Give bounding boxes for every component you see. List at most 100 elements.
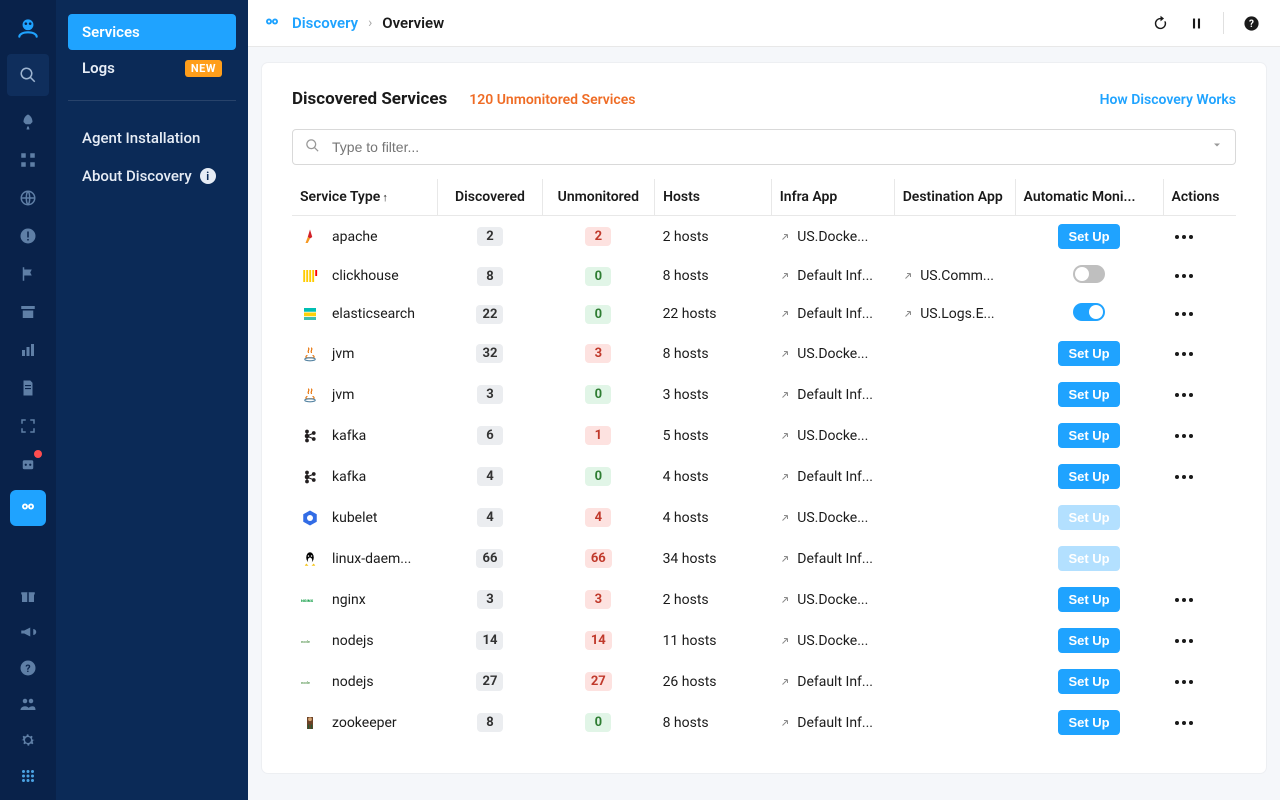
service-cell[interactable]: apache <box>300 227 430 247</box>
hosts-cell[interactable]: 4 hosts <box>655 497 772 538</box>
auto-monitor-toggle[interactable] <box>1073 303 1105 321</box>
hosts-cell[interactable]: 2 hosts <box>655 216 772 258</box>
rail-people-icon[interactable] <box>16 692 40 716</box>
th-service-type[interactable]: Service Type↑ <box>292 179 438 216</box>
infra-app-link[interactable]: Default Inf... <box>779 306 886 322</box>
setup-button[interactable]: Set Up <box>1058 224 1119 249</box>
infra-app-link[interactable]: Default Inf... <box>779 387 886 403</box>
rail-megaphone-icon[interactable] <box>16 620 40 644</box>
th-destination-app[interactable]: Destination App <box>894 179 1015 216</box>
how-discovery-works-link[interactable]: How Discovery Works <box>1100 92 1236 108</box>
hosts-cell[interactable]: 3 hosts <box>655 374 772 415</box>
refresh-icon[interactable] <box>1151 14 1169 32</box>
rail-grid-icon[interactable] <box>16 148 40 172</box>
sidebar-item-logs[interactable]: Logs NEW <box>68 50 236 86</box>
infra-app-link[interactable]: Default Inf... <box>779 268 886 284</box>
setup-button[interactable]: Set Up <box>1058 382 1119 407</box>
service-cell[interactable]: clickhouse <box>300 266 430 286</box>
rail-rocket-icon[interactable] <box>16 110 40 134</box>
hosts-cell[interactable]: 4 hosts <box>655 456 772 497</box>
destination-app-link[interactable]: US.Logs.E... <box>902 306 1007 322</box>
service-cell[interactable]: kafka <box>300 467 430 487</box>
actions-menu-icon[interactable] <box>1171 635 1228 647</box>
actions-menu-icon[interactable] <box>1171 471 1228 483</box>
help-icon[interactable]: ? <box>1242 14 1260 32</box>
hosts-cell[interactable]: 2 hosts <box>655 579 772 620</box>
rail-discovery-icon[interactable] <box>10 490 46 526</box>
actions-menu-icon[interactable] <box>1171 717 1228 729</box>
th-unmonitored[interactable]: Unmonitored <box>542 179 655 216</box>
actions-menu-icon[interactable] <box>1171 348 1228 360</box>
hosts-cell[interactable]: 5 hosts <box>655 415 772 456</box>
setup-button[interactable]: Set Up <box>1058 628 1119 653</box>
infra-app-link[interactable]: US.Docke... <box>779 346 886 362</box>
rail-document-icon[interactable] <box>16 376 40 400</box>
infra-app-link[interactable]: US.Docke... <box>779 229 886 245</box>
service-cell[interactable]: nodenodejs <box>300 672 430 692</box>
rail-alert-icon[interactable] <box>16 224 40 248</box>
actions-menu-icon[interactable] <box>1171 676 1228 688</box>
setup-button[interactable]: Set Up <box>1058 464 1119 489</box>
rail-gift-icon[interactable] <box>16 584 40 608</box>
actions-menu-icon[interactable] <box>1171 594 1228 606</box>
setup-button[interactable]: Set Up <box>1058 669 1119 694</box>
chevron-down-icon[interactable] <box>1211 139 1223 155</box>
sidebar-link-about-discovery[interactable]: About Discovery i <box>68 157 236 195</box>
rail-archive-icon[interactable] <box>16 300 40 324</box>
logo-icon[interactable] <box>8 8 48 48</box>
th-automatic-monitoring[interactable]: Automatic Moni... <box>1015 179 1163 216</box>
actions-menu-icon[interactable] <box>1171 308 1228 320</box>
rail-chart-icon[interactable] <box>16 338 40 362</box>
setup-button[interactable]: Set Up <box>1058 341 1119 366</box>
actions-menu-icon[interactable] <box>1171 430 1228 442</box>
rail-robot-icon[interactable] <box>16 452 40 476</box>
actions-menu-icon[interactable] <box>1171 389 1228 401</box>
breadcrumb-section[interactable]: Discovery <box>292 14 358 32</box>
actions-menu-icon[interactable] <box>1171 270 1228 282</box>
service-cell[interactable]: elasticsearch <box>300 304 430 324</box>
setup-button[interactable]: Set Up <box>1058 587 1119 612</box>
rail-apps-icon[interactable] <box>16 764 40 788</box>
rail-flag-icon[interactable] <box>16 262 40 286</box>
rail-expand-icon[interactable] <box>16 414 40 438</box>
hosts-cell[interactable]: 8 hosts <box>655 257 772 295</box>
setup-button[interactable]: Set Up <box>1058 423 1119 448</box>
infra-app-link[interactable]: Default Inf... <box>779 469 886 485</box>
service-cell[interactable]: jvm <box>300 344 430 364</box>
rail-gear-icon[interactable] <box>16 728 40 752</box>
rail-search-tile[interactable] <box>7 54 49 96</box>
service-cell[interactable]: jvm <box>300 385 430 405</box>
destination-app-link[interactable]: US.Comm... <box>902 268 1007 284</box>
hosts-cell[interactable]: 34 hosts <box>655 538 772 579</box>
infra-app-link[interactable]: US.Docke... <box>779 510 886 526</box>
th-discovered[interactable]: Discovered <box>438 179 542 216</box>
hosts-cell[interactable]: 22 hosts <box>655 295 772 333</box>
pause-icon[interactable] <box>1187 14 1205 32</box>
infra-app-link[interactable]: Default Inf... <box>779 674 886 690</box>
service-cell[interactable]: nodenodejs <box>300 631 430 651</box>
service-cell[interactable]: kubelet <box>300 508 430 528</box>
infra-app-link[interactable]: US.Docke... <box>779 633 886 649</box>
hosts-cell[interactable]: 8 hosts <box>655 333 772 374</box>
infra-app-link[interactable]: Default Inf... <box>779 551 886 567</box>
hosts-cell[interactable]: 11 hosts <box>655 620 772 661</box>
service-cell[interactable]: NGINXnginx <box>300 590 430 610</box>
setup-button[interactable]: Set Up <box>1058 710 1119 735</box>
filter-input[interactable] <box>332 139 1199 155</box>
hosts-cell[interactable]: 26 hosts <box>655 661 772 702</box>
actions-menu-icon[interactable] <box>1171 231 1228 243</box>
th-infra-app[interactable]: Infra App <box>771 179 894 216</box>
infra-app-link[interactable]: Default Inf... <box>779 715 886 731</box>
filter-input-box[interactable] <box>292 129 1236 165</box>
unmonitored-count[interactable]: 120 Unmonitored Services <box>469 92 635 108</box>
service-cell[interactable]: kafka <box>300 426 430 446</box>
service-cell[interactable]: zookeeper <box>300 713 430 733</box>
infra-app-link[interactable]: US.Docke... <box>779 428 886 444</box>
infra-app-link[interactable]: US.Docke... <box>779 592 886 608</box>
th-hosts[interactable]: Hosts <box>655 179 772 216</box>
rail-globe-icon[interactable] <box>16 186 40 210</box>
rail-help-icon[interactable]: ? <box>16 656 40 680</box>
service-cell[interactable]: linux-daem... <box>300 549 430 569</box>
hosts-cell[interactable]: 8 hosts <box>655 702 772 743</box>
auto-monitor-toggle[interactable] <box>1073 265 1105 283</box>
